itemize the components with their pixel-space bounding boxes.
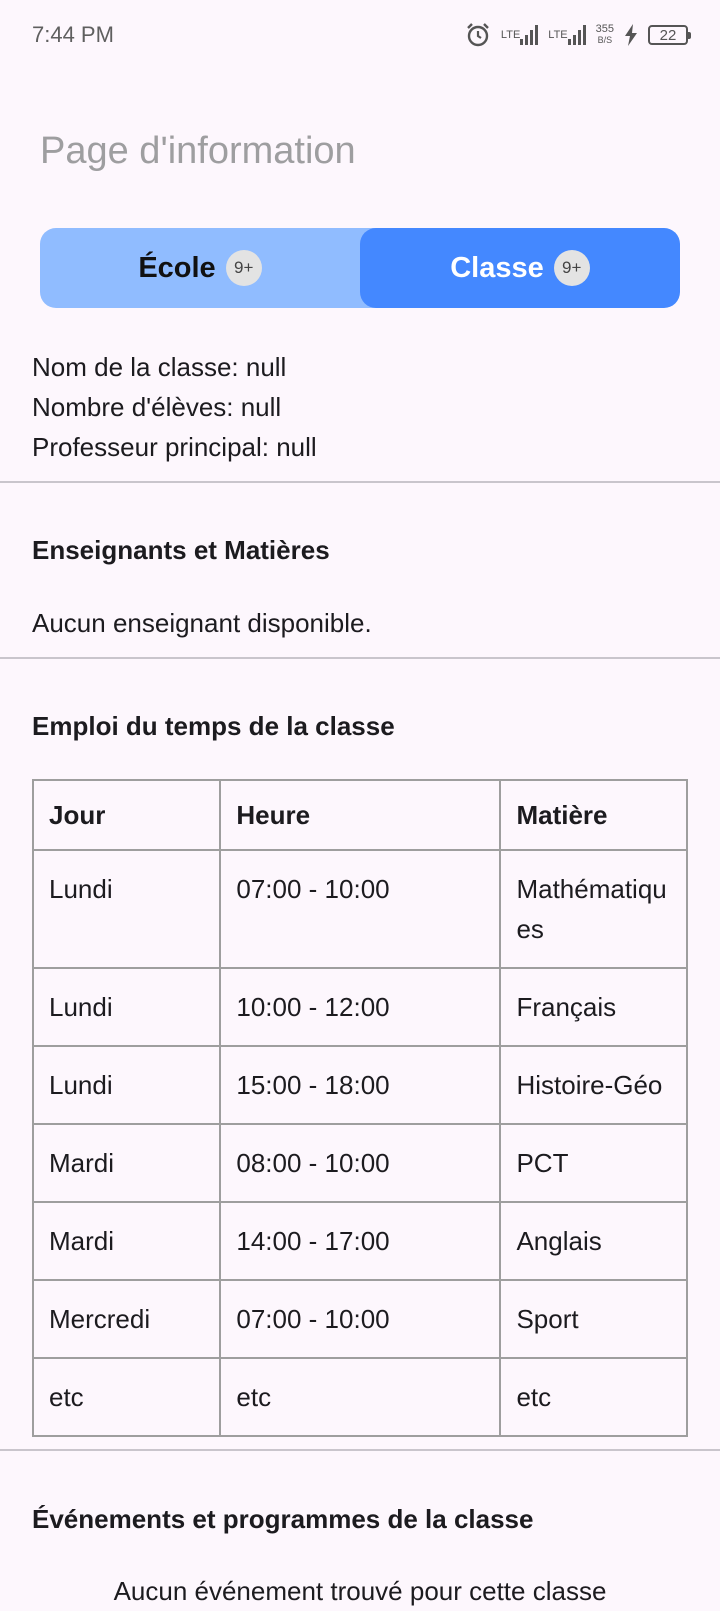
network-type-2: LTE	[548, 28, 568, 41]
cell-day: Mercredi	[31, 1279, 222, 1359]
cell-day: etc	[31, 1357, 222, 1437]
cell-day: Mardi	[31, 1201, 222, 1281]
table-header-row: Jour Heure Matière	[31, 779, 688, 851]
class-name-line: Nom de la classe: null	[32, 352, 287, 382]
charging-icon	[624, 24, 638, 46]
tab-classe[interactable]: Classe 9+	[360, 228, 680, 308]
cell-subject: PCT	[499, 1123, 688, 1203]
tab-classe-badge: 9+	[553, 250, 590, 286]
table-row: Mardi 08:00 - 10:00 PCT	[31, 1123, 688, 1203]
cell-hour: 10:00 - 12:00	[219, 967, 502, 1047]
signal-icon-1: LTE	[500, 25, 539, 45]
column-header-subject: Matière	[499, 779, 688, 851]
timetable: Jour Heure Matière Lundi 07:00 - 10:00 M…	[31, 779, 688, 1437]
network-type-1: LTE	[500, 28, 521, 41]
cell-hour: etc	[219, 1357, 502, 1437]
cell-day: Lundi	[31, 967, 222, 1047]
cell-subject: etc	[499, 1357, 688, 1437]
teachers-empty-text: Aucun enseignant disponible.	[32, 608, 372, 638]
status-time: 7:44 PM	[32, 22, 114, 47]
cell-subject: Histoire-Géo	[499, 1045, 688, 1125]
status-bar: 7:44 PM LTE LTE 355 B/S 22	[0, 0, 720, 72]
divider	[0, 481, 720, 483]
network-speed: 355 B/S	[596, 24, 614, 46]
class-students-line: Nombre d'élèves: null	[32, 392, 282, 422]
table-row: Lundi 07:00 - 10:00 Mathématiques	[31, 849, 688, 969]
table-row: etc etc etc	[31, 1357, 688, 1437]
speed-unit: B/S	[597, 35, 613, 45]
signal-bars-icon	[520, 25, 539, 45]
column-header-hour: Heure	[219, 779, 502, 851]
cell-subject: Mathématiques	[499, 849, 688, 969]
class-info: Nom de la classe: null Nombre d'élèves: …	[32, 347, 317, 467]
table-row: Mercredi 07:00 - 10:00 Sport	[31, 1279, 688, 1359]
cell-day: Lundi	[31, 849, 222, 969]
battery-icon: 22	[648, 25, 691, 45]
tab-ecole[interactable]: École 9+	[40, 228, 360, 308]
battery-level: 22	[659, 26, 677, 44]
cell-hour: 14:00 - 17:00	[219, 1201, 502, 1281]
table-row: Mardi 14:00 - 17:00 Anglais	[31, 1201, 688, 1281]
tab-classe-label: Classe	[450, 251, 544, 284]
cell-subject: Français	[499, 967, 688, 1047]
events-section-title: Événements et programmes de la classe	[32, 1504, 534, 1534]
divider	[0, 657, 720, 659]
cell-subject: Sport	[499, 1279, 688, 1359]
alarm-icon	[465, 22, 491, 48]
status-icons: LTE LTE 355 B/S 22	[465, 22, 691, 48]
divider	[0, 1449, 720, 1451]
events-empty-text: Aucun événement trouvé pour cette classe	[113, 1576, 607, 1606]
table-row: Lundi 15:00 - 18:00 Histoire-Géo	[31, 1045, 688, 1125]
teachers-section-title: Enseignants et Matières	[32, 535, 330, 565]
tab-ecole-label: École	[138, 251, 216, 284]
tab-switcher: École 9+ Classe 9+	[40, 228, 680, 308]
cell-hour: 07:00 - 10:00	[219, 1279, 502, 1359]
speed-value: 355	[595, 23, 614, 35]
page-title: Page d'information	[40, 130, 356, 172]
cell-hour: 07:00 - 10:00	[219, 849, 502, 969]
cell-subject: Anglais	[499, 1201, 688, 1281]
cell-day: Lundi	[31, 1045, 222, 1125]
table-row: Lundi 10:00 - 12:00 Français	[31, 967, 688, 1047]
signal-bars-icon	[567, 25, 586, 45]
cell-day: Mardi	[31, 1123, 222, 1203]
timetable-section-title: Emploi du temps de la classe	[32, 711, 395, 741]
tab-ecole-badge: 9+	[225, 250, 262, 286]
class-teacher-line: Professeur principal: null	[32, 432, 317, 462]
signal-icon-2: LTE	[548, 25, 586, 45]
cell-hour: 08:00 - 10:00	[219, 1123, 502, 1203]
column-header-day: Jour	[31, 779, 222, 851]
cell-hour: 15:00 - 18:00	[219, 1045, 502, 1125]
